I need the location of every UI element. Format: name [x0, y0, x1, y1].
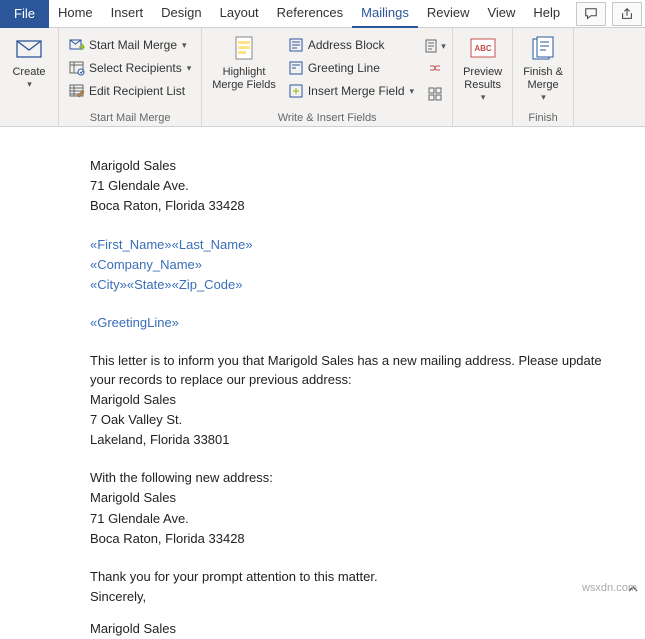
chevron-down-icon: ▾	[541, 92, 546, 103]
share-icon	[620, 7, 634, 21]
tab-mailings[interactable]: Mailings	[352, 0, 418, 28]
insert-merge-field-label: Insert Merge Field	[308, 84, 405, 98]
sincerely-line: Sincerely,	[90, 588, 645, 606]
update-labels-button[interactable]	[424, 83, 446, 105]
tab-file[interactable]: File	[0, 0, 49, 28]
edit-recipient-list-label: Edit Recipient List	[89, 84, 185, 98]
match-icon	[427, 62, 443, 78]
envelope-icon	[14, 35, 44, 63]
comment-icon	[584, 7, 598, 21]
greeting-icon	[288, 60, 304, 76]
preview-icon: ABC	[468, 35, 498, 63]
document-area[interactable]: Marigold Sales 71 Glendale Ave. Boca Rat…	[0, 127, 645, 639]
chevron-down-icon: ▾	[481, 92, 486, 103]
merge-city-line: «City»«State»«Zip_Code»	[90, 276, 645, 294]
rules-icon	[424, 38, 440, 54]
chevron-down-icon: ▾	[441, 41, 446, 52]
tab-references[interactable]: References	[268, 0, 352, 28]
ribbon: Create ▾ Start Mail Merge ▾ Select Recip…	[0, 28, 645, 127]
greeting-line-button[interactable]: Greeting Line	[284, 57, 418, 79]
thank-you-line: Thank you for your prompt attention to t…	[90, 568, 645, 586]
signature-line: Marigold Sales	[90, 620, 645, 638]
tab-insert[interactable]: Insert	[102, 0, 153, 28]
mail-merge-icon	[69, 37, 85, 53]
chevron-down-icon: ▾	[410, 86, 415, 97]
match-fields-button[interactable]	[424, 59, 446, 81]
finish-icon	[528, 35, 558, 63]
edit-list-icon	[69, 83, 85, 99]
ribbon-actions	[573, 0, 645, 28]
with-following-line: With the following new address:	[90, 469, 645, 487]
old-street: 7 Oak Valley St.	[90, 411, 645, 429]
watermark: wsxdn.com	[582, 582, 637, 594]
tab-help[interactable]: Help	[524, 0, 569, 28]
chevron-down-icon: ▾	[187, 63, 192, 74]
tab-design[interactable]: Design	[152, 0, 210, 28]
rules-button[interactable]: ▾	[424, 35, 446, 57]
sender-name: Marigold Sales	[90, 157, 645, 175]
new-name: Marigold Sales	[90, 489, 645, 507]
group-write-insert: Highlight Merge Fields Address Block Gre…	[202, 28, 453, 127]
update-icon	[427, 86, 443, 102]
group-finish: Finish & Merge ▾ Finish	[513, 28, 574, 127]
greeting-line-label: Greeting Line	[308, 61, 380, 75]
group-start-label: Start Mail Merge	[90, 110, 171, 125]
merge-greeting-line: «GreetingLine»	[90, 314, 645, 332]
create-label: Create	[12, 66, 45, 79]
new-cityline: Boca Raton, Florida 33428	[90, 530, 645, 548]
chevron-down-icon: ▾	[27, 79, 32, 90]
group-preview: ABC Preview Results ▾	[453, 28, 513, 127]
preview-results-button[interactable]: ABC Preview Results ▾	[459, 32, 506, 103]
merge-company-line: «Company_Name»	[90, 256, 645, 274]
group-create: Create ▾	[0, 28, 59, 127]
highlight-merge-fields-button[interactable]: Highlight Merge Fields	[208, 32, 280, 92]
recipients-icon	[69, 60, 85, 76]
select-recipients-button[interactable]: Select Recipients ▾	[65, 57, 195, 79]
start-mail-merge-label: Start Mail Merge	[89, 38, 177, 52]
sender-address: Marigold Sales 71 Glendale Ave. Boca Rat…	[90, 157, 645, 216]
tab-layout[interactable]: Layout	[211, 0, 268, 28]
address-block-button[interactable]: Address Block	[284, 34, 418, 56]
finish-label: Finish & Merge	[523, 66, 563, 92]
old-cityline: Lakeland, Florida 33801	[90, 431, 645, 449]
start-mail-merge-button[interactable]: Start Mail Merge ▾	[65, 34, 195, 56]
body-paragraph-1: This letter is to inform you that Marigo…	[90, 352, 620, 388]
comments-button[interactable]	[576, 2, 606, 26]
sender-cityline: Boca Raton, Florida 33428	[90, 197, 645, 215]
highlight-icon	[229, 35, 259, 63]
new-street: 71 Glendale Ave.	[90, 510, 645, 528]
tab-review[interactable]: Review	[418, 0, 479, 28]
create-button[interactable]: Create ▾	[6, 32, 52, 90]
old-address: Marigold Sales 7 Oak Valley St. Lakeland…	[90, 391, 645, 450]
ribbon-tabs: File Home Insert Design Layout Reference…	[0, 0, 645, 28]
recipient-merge-fields: «First_Name»«Last_Name» «Company_Name» «…	[90, 236, 645, 295]
address-block-label: Address Block	[308, 38, 385, 52]
group-finish-label: Finish	[528, 110, 557, 125]
chevron-down-icon: ▾	[182, 40, 187, 51]
old-name: Marigold Sales	[90, 391, 645, 409]
sender-street: 71 Glendale Ave.	[90, 177, 645, 195]
tab-view[interactable]: View	[478, 0, 524, 28]
group-write-label: Write & Insert Fields	[278, 110, 377, 125]
edit-recipient-list-button[interactable]: Edit Recipient List	[65, 80, 195, 102]
merge-name-line: «First_Name»«Last_Name»	[90, 236, 645, 254]
finish-merge-button[interactable]: Finish & Merge ▾	[519, 32, 567, 103]
tab-home[interactable]: Home	[49, 0, 102, 28]
select-recipients-label: Select Recipients	[89, 61, 182, 75]
share-button[interactable]	[612, 2, 642, 26]
svg-text:ABC: ABC	[474, 44, 492, 53]
insert-field-icon	[288, 83, 304, 99]
highlight-merge-label: Highlight Merge Fields	[212, 66, 276, 92]
preview-label: Preview Results	[463, 66, 502, 92]
insert-merge-field-button[interactable]: Insert Merge Field ▾	[284, 80, 418, 102]
address-block-icon	[288, 37, 304, 53]
group-start-mail-merge: Start Mail Merge ▾ Select Recipients ▾ E…	[59, 28, 202, 127]
new-address: Marigold Sales 71 Glendale Ave. Boca Rat…	[90, 489, 645, 548]
greeting-block: «GreetingLine»	[90, 314, 645, 332]
